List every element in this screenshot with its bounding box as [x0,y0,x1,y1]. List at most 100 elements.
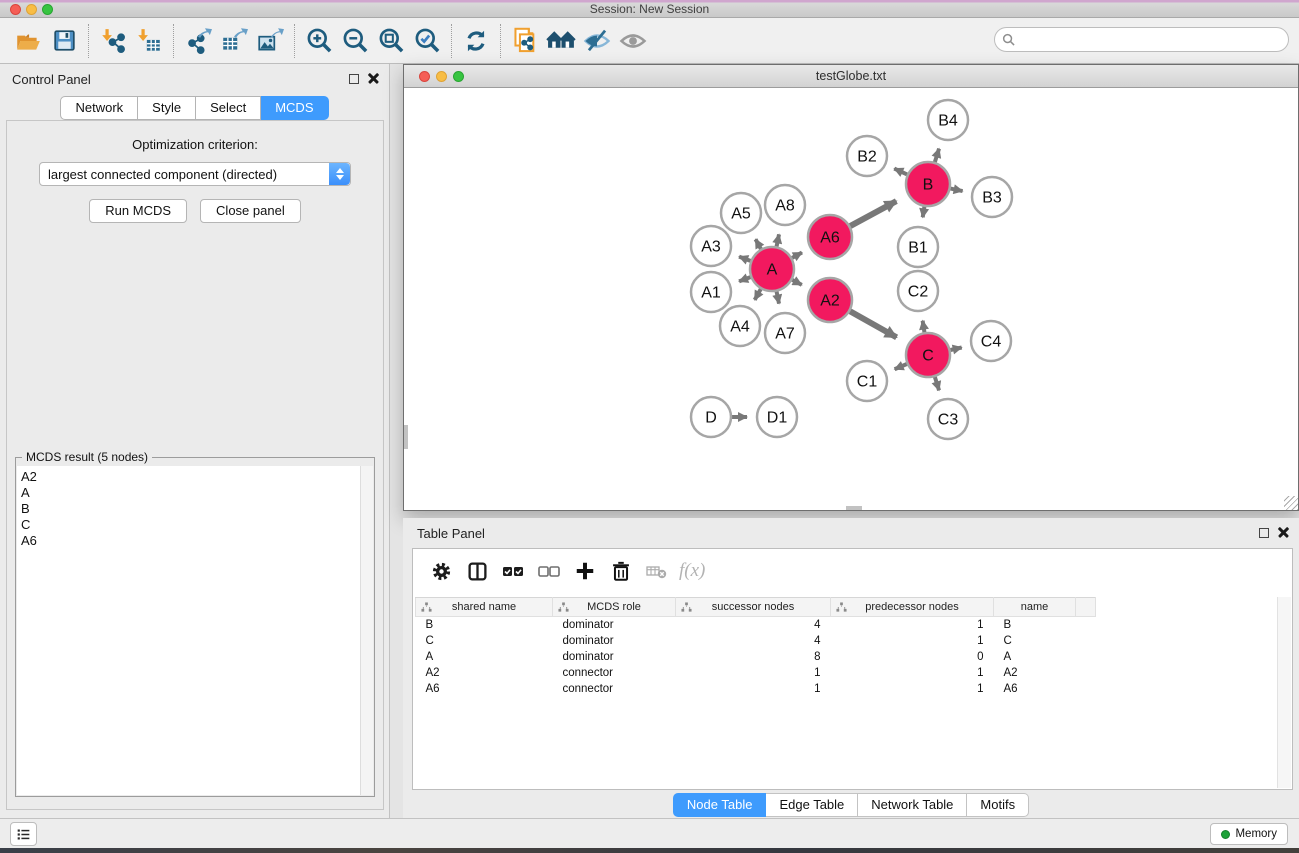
graph-edge-A-A6[interactable] [792,252,802,257]
new-network-from-selection-button[interactable] [507,23,543,59]
graph-edge-A-A4[interactable] [755,289,761,300]
import-table-button[interactable] [131,23,167,59]
add-column-button[interactable] [569,555,601,587]
table-cell[interactable]: A [994,649,1076,665]
graph-node-B2[interactable]: B2 [847,136,887,176]
graph-edge-B-B3[interactable] [951,189,963,191]
graph-node-D[interactable]: D [691,397,731,437]
window-resize-grip[interactable] [1284,496,1298,510]
graph-node-D1[interactable]: D1 [757,397,797,437]
graph-edge-A-A8[interactable] [777,234,779,246]
table-cell[interactable]: dominator [553,617,676,633]
export-network-button[interactable] [180,23,216,59]
tab-motifs[interactable]: Motifs [967,793,1029,817]
graph-edge-A2-C[interactable] [850,311,897,337]
unselect-all-columns-button[interactable] [533,555,565,587]
table-cell[interactable]: B [416,617,553,633]
tab-network-table[interactable]: Network Table [858,793,967,817]
table-cell[interactable]: 4 [676,617,831,633]
graph-edge-A6-B[interactable] [850,201,896,226]
network-canvas[interactable]: B4B2BB3A8A5A6A3B1AA1C2A2A4A7C4CC1DD1C3 [404,88,1298,510]
mcds-result-item[interactable]: A2 [21,469,360,485]
delete-column-button[interactable] [605,555,637,587]
export-image-button[interactable] [252,23,288,59]
mcds-result-item[interactable]: A6 [21,533,360,549]
select-all-columns-button[interactable] [497,555,529,587]
close-panel-icon[interactable] [368,73,379,84]
graph-edge-B-B2[interactable] [894,169,907,175]
table-float-panel-icon[interactable] [1259,528,1269,538]
mcds-result-item[interactable]: A [21,485,360,501]
table-scrollbar[interactable] [1277,597,1291,788]
table-cell[interactable]: 1 [676,665,831,681]
graph-node-B1[interactable]: B1 [898,227,938,267]
search-input[interactable] [1019,33,1288,47]
apply-layout-button[interactable] [458,23,494,59]
tab-network[interactable]: Network [60,96,138,120]
graph-edge-B-B1[interactable] [923,207,925,218]
table-cell[interactable]: A2 [416,665,553,681]
graph-edge-B-B4[interactable] [935,149,939,162]
table-cell[interactable]: 1 [831,665,994,681]
tab-node-table[interactable]: Node Table [673,793,767,817]
mcds-result-scrollbar[interactable] [360,466,373,795]
table-settings-button[interactable] [425,555,457,587]
table-cell[interactable]: connector [553,681,676,697]
graph-node-B4[interactable]: B4 [928,100,968,140]
graph-edge-C-C1[interactable] [895,364,907,369]
table-cell[interactable]: 8 [676,649,831,665]
table-cell[interactable]: 4 [676,633,831,649]
memory-button[interactable]: Memory [1210,823,1288,845]
graph-node-A1[interactable]: A1 [691,272,731,312]
table-cell[interactable]: B [994,617,1076,633]
table-cell[interactable]: 1 [676,681,831,697]
graph-node-A2[interactable]: A2 [808,278,852,322]
table-cell[interactable]: A2 [994,665,1076,681]
graph-node-A6[interactable]: A6 [808,215,852,259]
close-panel-button[interactable]: Close panel [200,199,301,223]
zoom-in-button[interactable] [301,23,337,59]
criterion-select[interactable]: largest connected component (directed) [39,162,351,186]
column-header-shared-name[interactable]: shared name [416,598,553,617]
delete-table-button[interactable] [641,555,673,587]
graph-node-A7[interactable]: A7 [765,313,805,353]
table-cell[interactable]: 1 [831,617,994,633]
tab-style[interactable]: Style [138,96,196,120]
table-cell[interactable]: 1 [831,681,994,697]
column-header-MCDS-role[interactable]: MCDS role [553,598,676,617]
graph-node-A5[interactable]: A5 [721,193,761,233]
hide-selection-button[interactable] [579,23,615,59]
table-cell[interactable]: A6 [416,681,553,697]
canvas-horizontal-scroll-indicator[interactable] [846,506,862,510]
toggle-panel-button[interactable] [461,555,493,587]
table-cell[interactable]: C [994,633,1076,649]
graph-node-B[interactable]: B [906,162,950,206]
mcds-result-item[interactable]: B [21,501,360,517]
export-table-button[interactable] [216,23,252,59]
table-cell[interactable]: A [416,649,553,665]
first-neighbors-button[interactable] [543,23,579,59]
graph-edge-A-A5[interactable] [756,239,761,249]
run-mcds-button[interactable]: Run MCDS [89,199,187,223]
table-cell[interactable]: A6 [994,681,1076,697]
table-cell[interactable]: dominator [553,649,676,665]
graph-edge-A-A3[interactable] [739,257,750,261]
graph-edge-C-C2[interactable] [923,321,925,333]
open-file-button[interactable] [10,23,46,59]
graph-edge-C-C3[interactable] [935,377,939,390]
tab-select[interactable]: Select [196,96,261,120]
zoom-out-button[interactable] [337,23,373,59]
graph-edge-C-C4[interactable] [950,348,961,351]
canvas-vertical-scroll-indicator[interactable] [404,425,408,449]
graph-node-C3[interactable]: C3 [928,399,968,439]
save-session-button[interactable] [46,23,82,59]
task-history-button[interactable] [10,822,37,846]
graph-node-A3[interactable]: A3 [691,226,731,266]
graph-edge-A-A7[interactable] [777,292,779,304]
graph-node-A4[interactable]: A4 [720,306,760,346]
show-all-button[interactable] [615,23,651,59]
graph-node-C4[interactable]: C4 [971,321,1011,361]
table-cell[interactable]: 0 [831,649,994,665]
column-header-successor-nodes[interactable]: successor nodes [676,598,831,617]
graph-node-B3[interactable]: B3 [972,177,1012,217]
